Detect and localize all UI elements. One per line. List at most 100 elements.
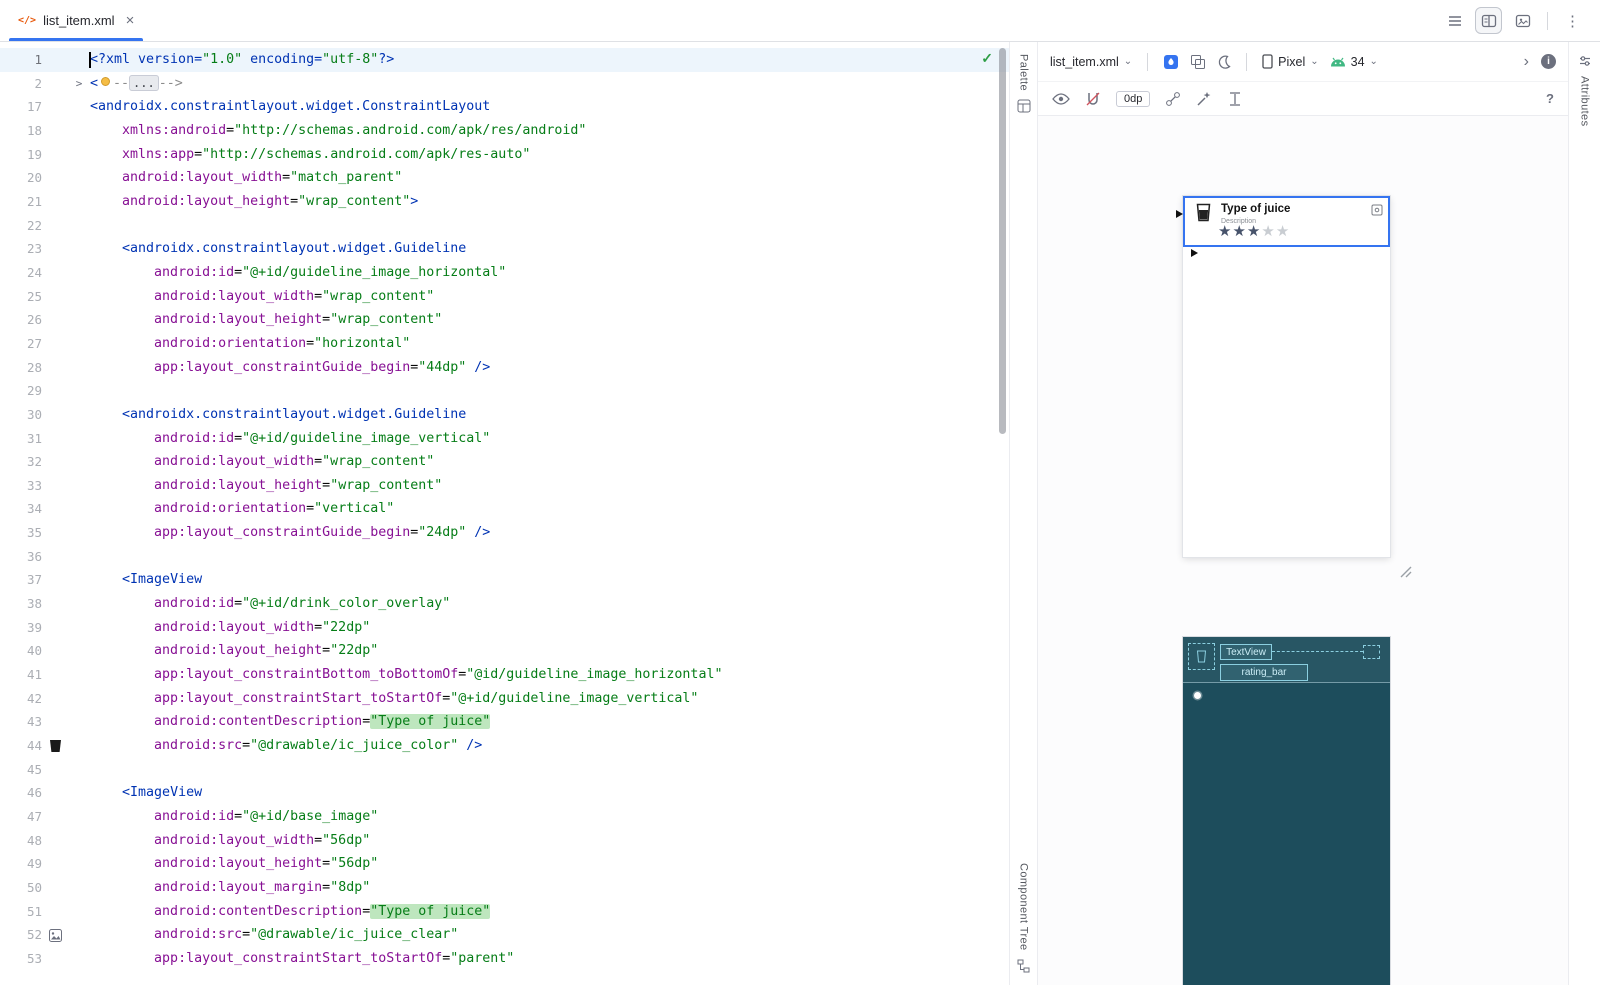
code-line[interactable]: 21 android:layout_height="wrap_content">: [0, 190, 1009, 214]
code-line[interactable]: 24 android:id="@+id/guideline_image_hori…: [0, 261, 1009, 285]
code-line[interactable]: 20 android:layout_width="match_parent": [0, 166, 1009, 190]
code-line[interactable]: 51 android:contentDescription="Type of j…: [0, 900, 1009, 924]
blueprint-anchor-handle[interactable]: [1194, 692, 1201, 699]
code-text: app:layout_constraintBottom_toBottomOf="…: [90, 663, 1009, 687]
code-line[interactable]: 49 android:layout_height="56dp": [0, 852, 1009, 876]
design-panel: Palette Component Tree list_item.xml ⌄: [1010, 42, 1600, 985]
code-line[interactable]: 40 android:layout_height="22dp": [0, 639, 1009, 663]
autoconnect-button[interactable]: [1085, 91, 1101, 107]
code-text: android:layout_height="wrap_content">: [90, 190, 1009, 214]
code-line[interactable]: 48 android:layout_width="56dp": [0, 829, 1009, 853]
infer-constraints-button[interactable]: [1196, 91, 1212, 107]
code-line[interactable]: 34 android:orientation="vertical": [0, 497, 1009, 521]
blueprint-corner-widget[interactable]: [1363, 645, 1380, 659]
code-line[interactable]: 47 android:id="@+id/base_image": [0, 805, 1009, 829]
gutter-icon-slot: [42, 261, 68, 285]
fold-slot: [68, 663, 90, 687]
palette-icon[interactable]: [1017, 99, 1031, 113]
gutter-icon-slot: [42, 545, 68, 569]
code-line[interactable]: 52 android:src="@drawable/ic_juice_clear…: [0, 923, 1009, 947]
blueprint-image-placeholder[interactable]: [1188, 643, 1215, 670]
code-token: />: [458, 738, 482, 753]
gutter-icon-slot: [42, 427, 68, 451]
code-text: <?xml version="1.0" encoding="utf-8"?>: [90, 48, 1009, 72]
code-token: "@+id/drink_color_overlay": [242, 596, 450, 611]
help-icon[interactable]: ?: [1546, 91, 1554, 106]
default-margin-selector[interactable]: 0dp: [1116, 91, 1150, 107]
code-line[interactable]: 50 android:layout_margin="8dp": [0, 876, 1009, 900]
design-canvas[interactable]: Type of juice Description ★★★★★: [1038, 116, 1568, 985]
code-text: [90, 214, 1009, 238]
attributes-tab[interactable]: Attributes: [1579, 76, 1591, 126]
api-level-selector[interactable]: 34 ⌄: [1330, 55, 1378, 69]
code-view-button[interactable]: [1441, 7, 1468, 34]
code-line[interactable]: 53 app:layout_constraintStart_toStartOf=…: [0, 947, 1009, 971]
component-tree-tab[interactable]: Component Tree: [1018, 863, 1030, 951]
code-line[interactable]: 35 app:layout_constraintGuide_begin="24d…: [0, 521, 1009, 545]
code-line[interactable]: 22: [0, 214, 1009, 238]
code-line[interactable]: 30 <androidx.constraintlayout.widget.Gui…: [0, 403, 1009, 427]
view-options-button[interactable]: [1052, 93, 1070, 105]
intention-bulb-icon[interactable]: [101, 77, 110, 86]
fold-chevron-icon[interactable]: >: [68, 72, 90, 96]
design-surface-button[interactable]: [1163, 54, 1179, 70]
clear-constraints-button[interactable]: [1165, 91, 1181, 107]
blueprint-rating-bar[interactable]: rating_bar: [1220, 664, 1308, 681]
editor-scrollbar[interactable]: [999, 48, 1006, 434]
code-token: [90, 170, 122, 185]
issues-panel-icon[interactable]: i: [1541, 54, 1556, 69]
code-line[interactable]: 37 <ImageView: [0, 568, 1009, 592]
palette-tab[interactable]: Palette: [1018, 54, 1030, 91]
code-line[interactable]: 36: [0, 545, 1009, 569]
code-line[interactable]: 26 android:layout_height="wrap_content": [0, 308, 1009, 332]
juice-gutter-icon[interactable]: [42, 734, 68, 758]
list-item-preview[interactable]: Type of juice Description ★★★★★: [1183, 196, 1390, 247]
code-line[interactable]: 38 android:id="@+id/drink_color_overlay": [0, 592, 1009, 616]
design-view-button[interactable]: [1509, 7, 1536, 34]
code-line[interactable]: 23 <androidx.constraintlayout.widget.Gui…: [0, 237, 1009, 261]
code-editor[interactable]: 1<?xml version="1.0" encoding="utf-8"?>2…: [0, 42, 1010, 985]
code-line[interactable]: 39 android:layout_width="22dp": [0, 616, 1009, 640]
code-line[interactable]: 31 android:id="@+id/guideline_image_vert…: [0, 427, 1009, 451]
image-gutter-icon[interactable]: [42, 923, 68, 947]
orientation-variants-button[interactable]: [1190, 54, 1206, 70]
code-line[interactable]: 43 android:contentDescription="Type of j…: [0, 710, 1009, 734]
split-view-button[interactable]: [1475, 7, 1502, 34]
code-line[interactable]: 2><--...-->: [0, 72, 1009, 96]
more-options-icon[interactable]: ⋮: [1559, 7, 1586, 34]
close-tab-icon[interactable]: ×: [126, 13, 135, 28]
code-text: android:layout_height="22dp": [90, 639, 1009, 663]
code-line[interactable]: 1<?xml version="1.0" encoding="utf-8"?>: [0, 48, 1009, 72]
tab-list-item-xml[interactable]: </> list_item.xml ×: [6, 0, 146, 41]
resize-handle[interactable]: [1398, 564, 1412, 578]
code-token: app:layout_constraintGuide_begin: [154, 360, 410, 375]
next-arrow-icon[interactable]: ›: [1524, 53, 1529, 71]
device-selector[interactable]: Pixel ⌄: [1262, 54, 1318, 69]
attributes-icon[interactable]: [1578, 54, 1592, 68]
pack-button[interactable]: [1227, 91, 1243, 107]
code-line[interactable]: 27 android:orientation="horizontal": [0, 332, 1009, 356]
code-line[interactable]: 41 app:layout_constraintBottom_toBottomO…: [0, 663, 1009, 687]
code-line[interactable]: 44 android:src="@drawable/ic_juice_color…: [0, 734, 1009, 758]
code-line[interactable]: 42 app:layout_constraintStart_toStartOf=…: [0, 687, 1009, 711]
blueprint-textview[interactable]: TextView: [1220, 644, 1272, 660]
code-line[interactable]: 28 app:layout_constraintGuide_begin="44d…: [0, 356, 1009, 380]
code-line[interactable]: 17<androidx.constraintlayout.widget.Cons…: [0, 95, 1009, 119]
design-preview-card[interactable]: Type of juice Description ★★★★★: [1183, 196, 1390, 557]
code-line[interactable]: 45: [0, 758, 1009, 782]
code-line[interactable]: 19 xmlns:app="http://schemas.android.com…: [0, 143, 1009, 167]
rating-stars[interactable]: ★★★★★: [1218, 222, 1290, 242]
code-line[interactable]: 46 <ImageView: [0, 781, 1009, 805]
code-line[interactable]: 32 android:layout_width="wrap_content": [0, 450, 1009, 474]
file-selector[interactable]: list_item.xml ⌄: [1050, 55, 1132, 69]
blueprint-card[interactable]: TextView rating_bar: [1183, 637, 1390, 985]
code-line[interactable]: 18 xmlns:android="http://schemas.android…: [0, 119, 1009, 143]
code-line[interactable]: 25 android:layout_width="wrap_content": [0, 285, 1009, 309]
code-line[interactable]: 33 android:layout_height="wrap_content": [0, 474, 1009, 498]
folded-region[interactable]: ...: [129, 75, 159, 91]
gutter-icon-slot: [42, 379, 68, 403]
inspections-ok-icon[interactable]: ✓: [981, 50, 993, 67]
code-line[interactable]: 29: [0, 379, 1009, 403]
night-mode-button[interactable]: [1217, 55, 1231, 69]
component-tree-icon[interactable]: [1017, 959, 1031, 973]
